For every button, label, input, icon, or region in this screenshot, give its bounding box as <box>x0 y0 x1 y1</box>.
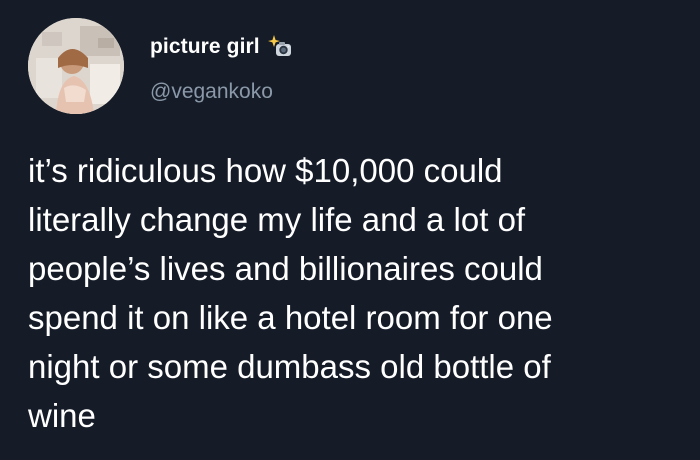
user-handle[interactable]: @vegankoko <box>150 80 273 104</box>
sparkle-camera-icon <box>267 34 293 60</box>
avatar-image <box>28 18 124 114</box>
name-row: picture girl <box>150 34 293 60</box>
tweet-text: it’s ridiculous how $10,000 could litera… <box>28 152 553 434</box>
tweet-card: picture girl @vegankoko it’s ridiculous … <box>0 0 700 460</box>
display-name[interactable]: picture girl <box>150 35 260 59</box>
avatar[interactable] <box>28 18 124 114</box>
